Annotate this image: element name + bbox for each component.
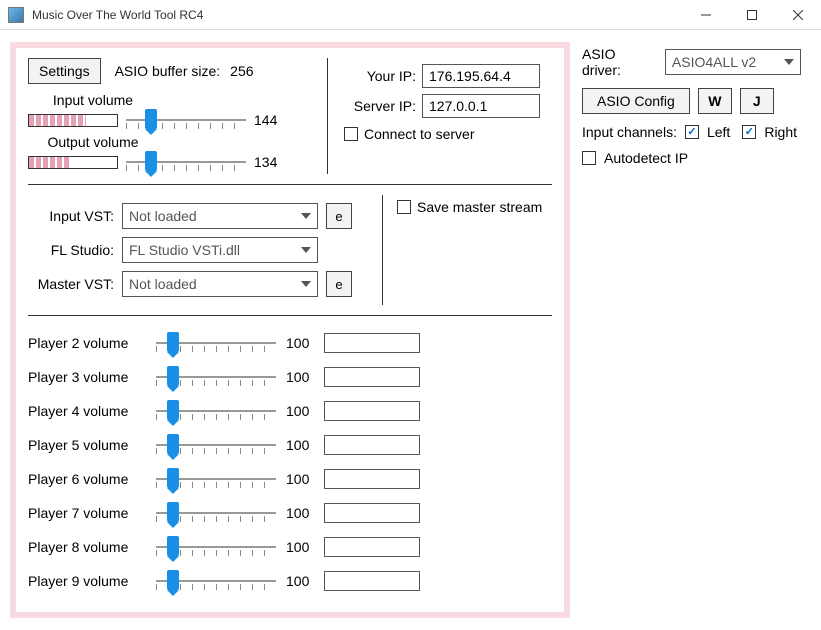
player-row: Player 5 volume 100 [28, 428, 552, 462]
player-volume-slider[interactable] [156, 535, 276, 559]
titlebar: Music Over The World Tool RC4 [0, 0, 821, 30]
master-vst-edit-button[interactable]: e [326, 271, 352, 297]
asio-driver-combo[interactable]: ASIO4ALL v2 [665, 49, 801, 75]
settings-button[interactable]: Settings [28, 58, 101, 84]
right-channel-checkbox[interactable] [742, 125, 756, 139]
chevron-down-icon [301, 213, 311, 219]
j-button[interactable]: J [740, 88, 774, 114]
player-volume-label: Player 8 volume [28, 539, 146, 555]
server-ip-label: Server IP: [344, 98, 416, 114]
connect-label: Connect to server [364, 126, 475, 142]
app-icon [8, 7, 24, 23]
input-vst-edit-button[interactable]: e [326, 203, 352, 229]
asio-buffer-label: ASIO buffer size: [115, 63, 221, 79]
player-volume-value: 100 [286, 437, 314, 453]
right-channel-label: Right [764, 124, 797, 140]
player-volume-value: 100 [286, 369, 314, 385]
player-volume-label: Player 3 volume [28, 369, 146, 385]
player-volume-label: Player 9 volume [28, 573, 146, 589]
player-volume-slider[interactable] [156, 365, 276, 389]
player-name-input[interactable] [324, 469, 420, 489]
output-vu-meter [28, 156, 118, 169]
output-volume-slider[interactable] [126, 150, 246, 174]
player-volume-value: 100 [286, 403, 314, 419]
input-volume-value: 144 [254, 112, 288, 128]
w-button[interactable]: W [698, 88, 732, 114]
minimize-button[interactable] [683, 0, 729, 30]
player-volume-value: 100 [286, 573, 314, 589]
main-panel: Settings ASIO buffer size: 256 Input vol… [10, 42, 570, 618]
connect-checkbox[interactable] [344, 127, 358, 141]
player-volume-value: 100 [286, 335, 314, 351]
player-volume-label: Player 7 volume [28, 505, 146, 521]
window-title: Music Over The World Tool RC4 [32, 8, 683, 22]
master-vst-label: Master VST: [28, 276, 114, 292]
player-row: Player 9 volume 100 [28, 564, 552, 598]
player-row: Player 6 volume 100 [28, 462, 552, 496]
player-volume-value: 100 [286, 505, 314, 521]
asio-driver-value: ASIO4ALL v2 [672, 54, 756, 70]
chevron-down-icon [301, 281, 311, 287]
players-section: Player 2 volume100Player 3 volume100Play… [28, 316, 552, 598]
player-row: Player 4 volume 100 [28, 394, 552, 428]
player-name-input[interactable] [324, 367, 420, 387]
player-row: Player 7 volume 100 [28, 496, 552, 530]
player-volume-label: Player 5 volume [28, 437, 146, 453]
player-volume-slider[interactable] [156, 569, 276, 593]
asio-driver-label: ASIO driver: [582, 46, 657, 78]
chevron-down-icon [301, 247, 311, 253]
player-volume-slider[interactable] [156, 501, 276, 525]
output-volume-label: Output volume [28, 134, 158, 150]
your-ip-label: Your IP: [344, 68, 416, 84]
player-volume-slider[interactable] [156, 331, 276, 355]
player-name-input[interactable] [324, 401, 420, 421]
asio-config-button[interactable]: ASIO Config [582, 88, 690, 114]
player-name-input[interactable] [324, 333, 420, 353]
left-channel-label: Left [707, 124, 730, 140]
master-vst-combo[interactable]: Not loaded [122, 271, 318, 297]
right-panel: ASIO driver: ASIO4ALL v2 ASIO Config W J… [582, 42, 811, 618]
player-volume-value: 100 [286, 471, 314, 487]
input-volume-label: Input volume [28, 92, 158, 108]
maximize-button[interactable] [729, 0, 775, 30]
player-volume-slider[interactable] [156, 433, 276, 457]
your-ip-input[interactable] [422, 64, 540, 88]
player-name-input[interactable] [324, 537, 420, 557]
player-name-input[interactable] [324, 435, 420, 455]
fl-studio-label: FL Studio: [28, 242, 114, 258]
input-vu-meter [28, 114, 118, 127]
player-volume-slider[interactable] [156, 467, 276, 491]
player-row: Player 8 volume 100 [28, 530, 552, 564]
input-vst-label: Input VST: [28, 208, 114, 224]
player-volume-label: Player 4 volume [28, 403, 146, 419]
player-volume-value: 100 [286, 539, 314, 555]
player-volume-slider[interactable] [156, 399, 276, 423]
player-volume-label: Player 6 volume [28, 471, 146, 487]
input-channels-label: Input channels: [582, 124, 677, 140]
close-button[interactable] [775, 0, 821, 30]
input-vst-value: Not loaded [129, 208, 197, 224]
player-volume-label: Player 2 volume [28, 335, 146, 351]
server-ip-input[interactable] [422, 94, 540, 118]
save-master-label: Save master stream [417, 199, 542, 215]
input-vst-combo[interactable]: Not loaded [122, 203, 318, 229]
input-volume-slider[interactable] [126, 108, 246, 132]
fl-studio-combo[interactable]: FL Studio VSTi.dll [122, 237, 318, 263]
player-row: Player 3 volume 100 [28, 360, 552, 394]
master-vst-value: Not loaded [129, 276, 197, 292]
autodetect-ip-checkbox[interactable] [582, 151, 596, 165]
left-channel-checkbox[interactable] [685, 125, 699, 139]
player-name-input[interactable] [324, 503, 420, 523]
output-volume-value: 134 [254, 154, 288, 170]
save-master-checkbox[interactable] [397, 200, 411, 214]
fl-studio-value: FL Studio VSTi.dll [129, 242, 240, 258]
player-name-input[interactable] [324, 571, 420, 591]
player-row: Player 2 volume 100 [28, 326, 552, 360]
autodetect-ip-label: Autodetect IP [604, 150, 688, 166]
chevron-down-icon [784, 59, 794, 65]
asio-buffer-value: 256 [230, 63, 253, 79]
